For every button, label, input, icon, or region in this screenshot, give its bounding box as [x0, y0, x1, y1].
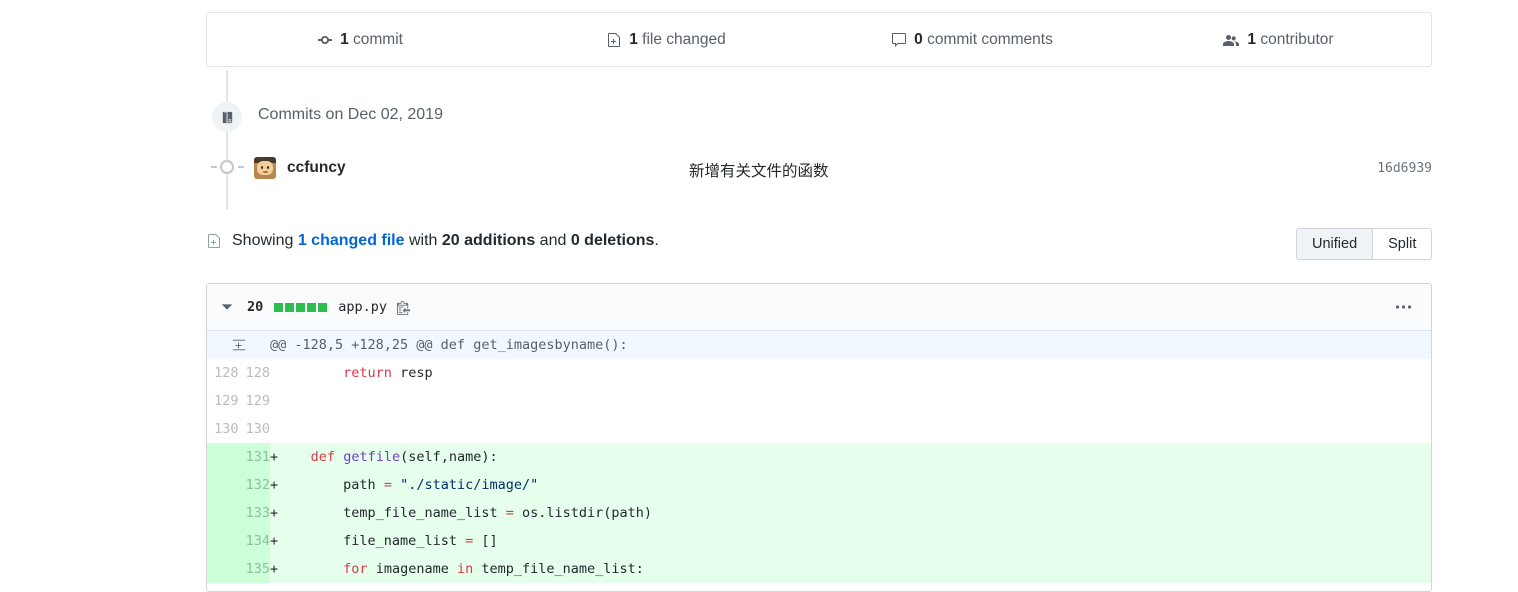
old-line-number: [207, 527, 239, 555]
diff-code-cell: [270, 387, 1431, 415]
hunk-header-text: @@ -128,5 +128,25 @@ def get_imagesbynam…: [270, 331, 1431, 359]
summary-files-changed[interactable]: 1 file changed: [513, 31, 819, 49]
new-line-number: 128: [238, 359, 270, 387]
file-diff-icon: [606, 32, 622, 48]
diff-table: @@ -128,5 +128,25 @@ def get_imagesbynam…: [207, 331, 1431, 583]
diff-line-row: 131 + def getfile(self,name):: [207, 443, 1431, 471]
diff-code-cell: + temp_file_name_list = os.listdir(path): [270, 499, 1431, 527]
diff-code-cell: + for imagename in temp_file_name_list:: [270, 555, 1431, 583]
commit-node-dash-left: [211, 166, 217, 168]
chevron-down-icon[interactable]: [220, 300, 234, 314]
commit-icon: [317, 32, 333, 48]
additions-count: 20 additions: [441, 232, 536, 249]
diff-code-cell: + path = "./static/image/": [270, 471, 1431, 499]
summary-contributors[interactable]: 1 contributor: [1125, 31, 1431, 49]
new-line-number: 133: [238, 499, 270, 527]
showing-prefix: Showing: [232, 232, 298, 249]
old-line-number: 130: [207, 415, 239, 443]
showing-period: .: [654, 232, 659, 249]
expand-hunk-icon[interactable]: [207, 331, 270, 359]
summary-files-count: 1: [629, 30, 638, 48]
old-line-number: [207, 555, 239, 583]
file-name[interactable]: app.py: [338, 299, 387, 315]
new-line-number: 130: [238, 415, 270, 443]
copy-path-icon[interactable]: [396, 300, 411, 315]
new-line-number: 134: [238, 527, 270, 555]
file-additions-count: 20: [247, 299, 264, 315]
old-line-number: [207, 471, 239, 499]
new-line-number: 132: [238, 471, 270, 499]
diff-code-cell: + file_name_list = []: [270, 527, 1431, 555]
commit-node-dash-right: [238, 166, 244, 168]
avatar[interactable]: [254, 157, 276, 179]
unified-view-button[interactable]: Unified: [1297, 229, 1373, 259]
summary-contributors-label: contributor: [1256, 30, 1334, 48]
summary-commits[interactable]: 1 commit: [207, 31, 513, 49]
commit-message-link[interactable]: 新增有关文件的函数: [689, 159, 829, 181]
file-diff-container: 20 app.py @@ -128,5 +128,25 @@ def get_i…: [206, 283, 1432, 592]
diff-line-row: 128 128 return resp: [207, 359, 1431, 387]
diffstat-block: [274, 302, 284, 312]
commit-node-icon: [220, 160, 234, 174]
diff-code-cell: + def getfile(self,name):: [270, 443, 1431, 471]
summary-comments-count: 0: [914, 30, 923, 48]
file-options-menu-button[interactable]: [1396, 305, 1411, 309]
commit-sha-link[interactable]: 16d6939: [1377, 161, 1432, 176]
diffstat-block: [285, 302, 295, 312]
diff-line-row: 134 + file_name_list = []: [207, 527, 1431, 555]
file-diff-icon: [206, 233, 222, 249]
commit-timeline: Commits on Dec 02, 2019 ccfuncy 新增有关文件的函…: [206, 70, 1432, 210]
old-line-number: [207, 499, 239, 527]
diff-table-body: @@ -128,5 +128,25 @@ def get_imagesbynam…: [207, 331, 1431, 583]
split-view-button[interactable]: Split: [1372, 229, 1432, 259]
diffstat-blocks: [274, 302, 328, 312]
old-line-number: 129: [207, 387, 239, 415]
commit-summary-bar: 1 commit 1 file changed 0 commit comment…: [206, 12, 1432, 67]
timeline-line: [226, 70, 228, 210]
changed-file-link[interactable]: 1 changed file: [298, 232, 405, 249]
contributors-icon: [1222, 32, 1240, 48]
new-line-number: 131: [238, 443, 270, 471]
timeline-date-label: Commits on Dec 02, 2019: [258, 106, 443, 123]
repo-push-icon: [212, 102, 242, 132]
new-line-number: 135: [238, 555, 270, 583]
diff-line-row: 132 + path = "./static/image/": [207, 471, 1431, 499]
diff-line-row: 129 129: [207, 387, 1431, 415]
summary-contributors-count: 1: [1247, 30, 1257, 48]
commit-author-link[interactable]: ccfuncy: [287, 159, 346, 177]
diff-line-row: 133 + temp_file_name_list = os.listdir(pa…: [207, 499, 1431, 527]
summary-commit-comments[interactable]: 0 commit comments: [819, 31, 1125, 49]
commit-diff-page: 1 commit 1 file changed 0 commit comment…: [0, 0, 1518, 592]
diff-line-row: 135 + for imagename in temp_file_name_lis…: [207, 555, 1431, 583]
diff-code-cell: return resp: [270, 359, 1431, 387]
deletions-count: 0 deletions: [570, 232, 655, 249]
diff-hunk-row: @@ -128,5 +128,25 @@ def get_imagesbynam…: [207, 331, 1431, 359]
diff-view-toggle: Unified Split: [1296, 228, 1433, 260]
new-line-number: 129: [238, 387, 270, 415]
summary-files-label: file changed: [637, 30, 726, 48]
diff-summary-line: Showing 1 changed file with 20 additions…: [206, 232, 659, 250]
old-line-number: 128: [207, 359, 239, 387]
showing-and: and: [535, 232, 571, 249]
comment-icon: [891, 32, 907, 48]
summary-commits-label: commit: [348, 30, 403, 48]
summary-comments-label: commit comments: [922, 30, 1053, 48]
diffstat-block: [307, 302, 317, 312]
showing-mid: with: [404, 232, 442, 249]
diff-line-row: 130 130: [207, 415, 1431, 443]
old-line-number: [207, 443, 239, 471]
file-header: 20 app.py: [207, 284, 1431, 331]
diffstat-block: [318, 302, 328, 312]
diff-code-cell: [270, 415, 1431, 443]
diffstat-block: [296, 302, 306, 312]
summary-commits-count: 1: [340, 30, 349, 48]
commit-row: ccfuncy 新增有关文件的函数 16d6939: [254, 150, 1432, 186]
